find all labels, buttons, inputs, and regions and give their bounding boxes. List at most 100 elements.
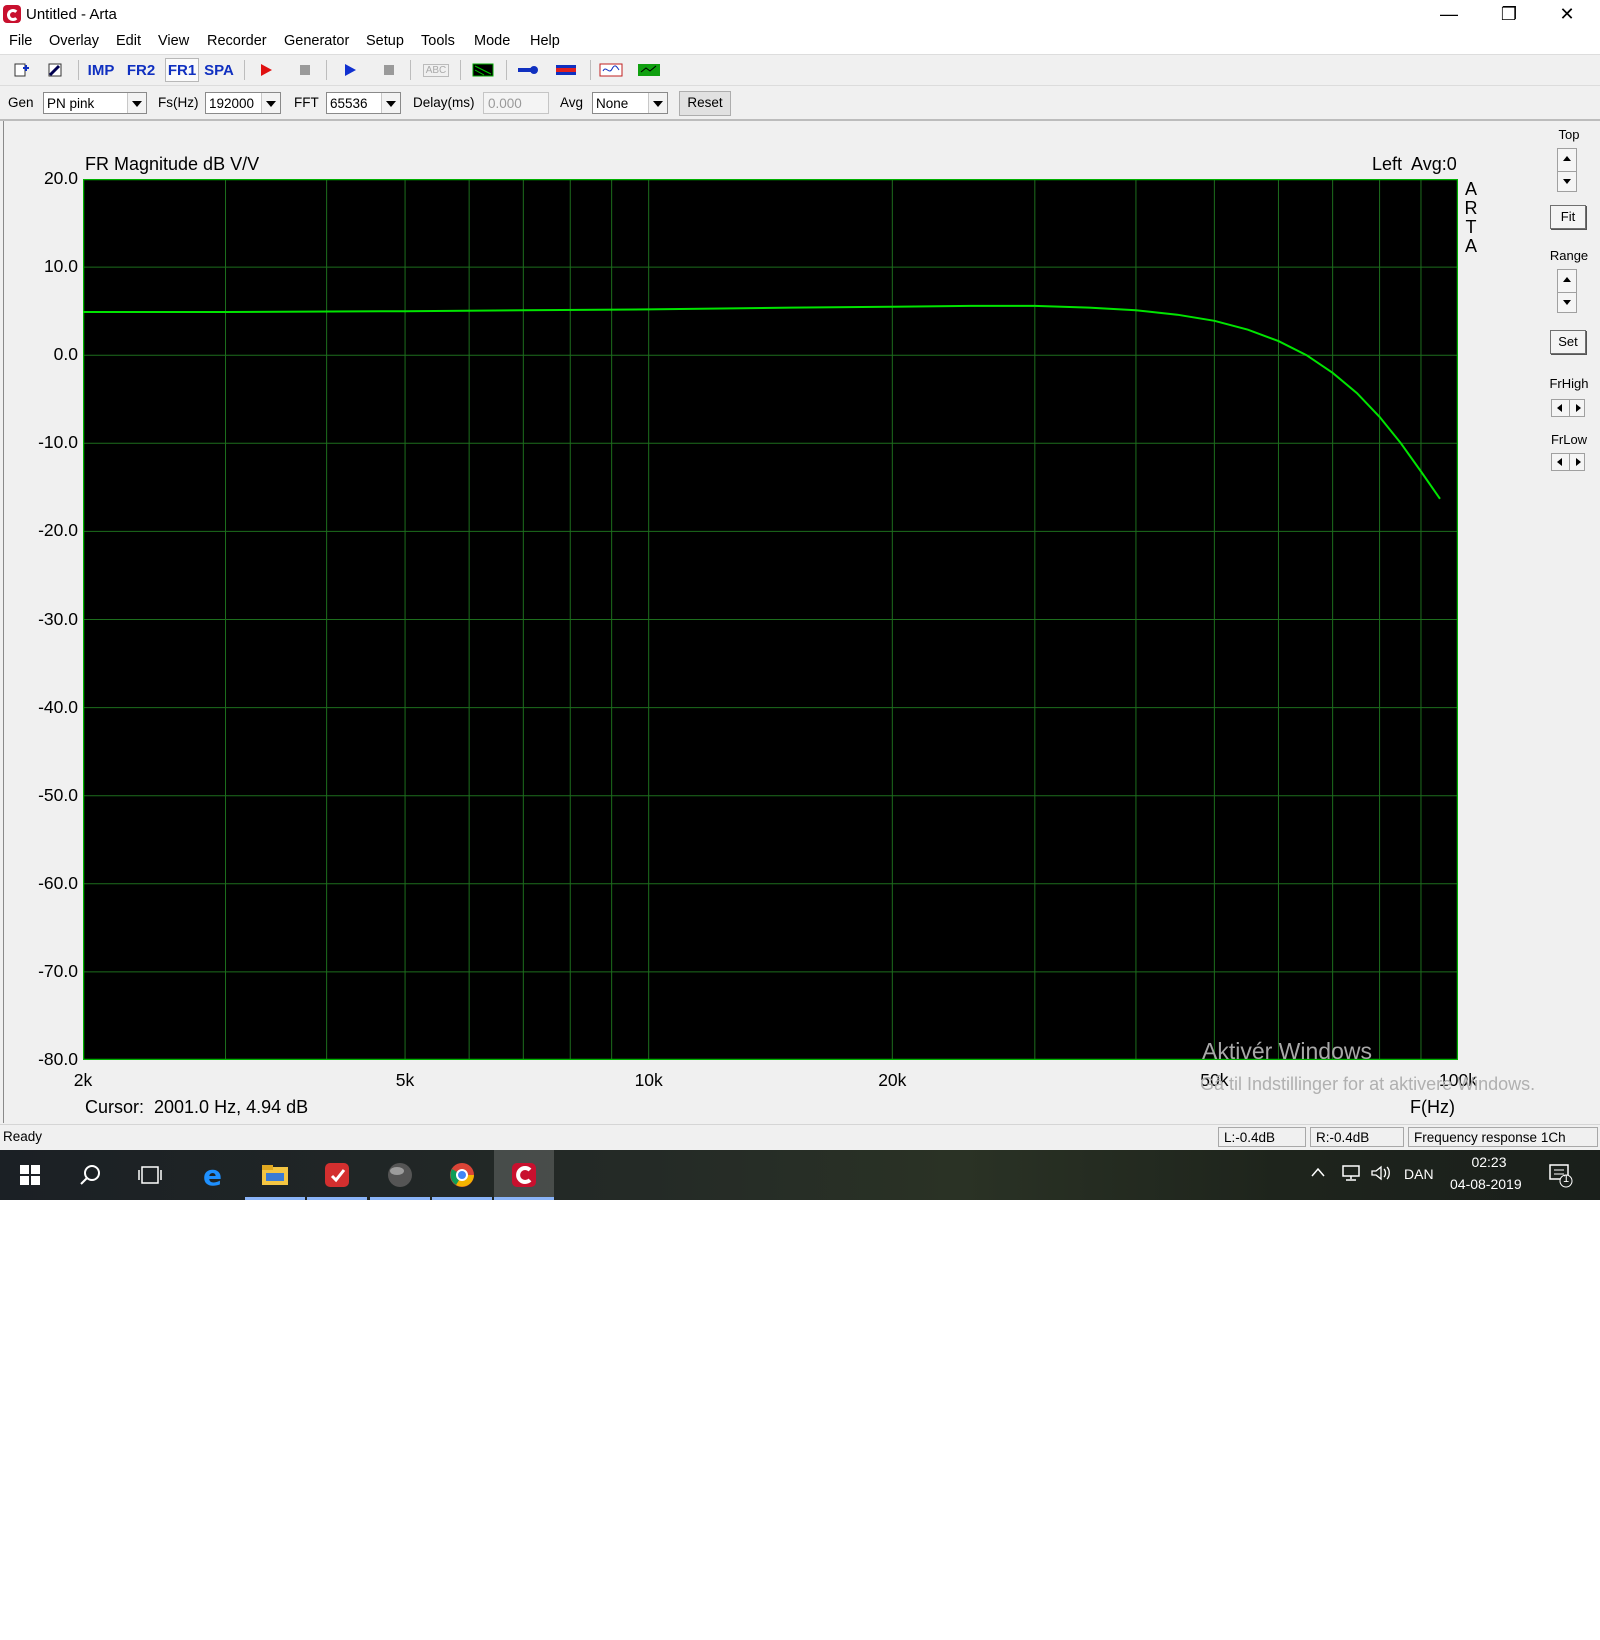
- avg-label: Avg: [560, 95, 584, 110]
- set-button[interactable]: Set: [1550, 330, 1586, 354]
- range-spinner[interactable]: [1557, 269, 1577, 313]
- open-file-icon[interactable]: [42, 58, 68, 82]
- volume-icon[interactable]: [1370, 1164, 1392, 1185]
- toolbar-separator: [460, 60, 461, 80]
- menu-generator[interactable]: Generator: [284, 33, 349, 49]
- top-spinner[interactable]: [1557, 148, 1577, 192]
- menu-tools[interactable]: Tools: [421, 33, 455, 49]
- delay-field: 0.000: [483, 92, 549, 114]
- overlay-chart-icon[interactable]: [470, 58, 496, 82]
- arrow-right-icon[interactable]: [1569, 400, 1586, 416]
- menu-setup[interactable]: Setup: [366, 33, 404, 49]
- menu-overlay[interactable]: Overlay: [49, 33, 99, 49]
- clock-time[interactable]: 02:23: [1469, 1154, 1509, 1170]
- restore-button[interactable]: ❐: [1480, 0, 1538, 30]
- arrow-left-icon[interactable]: [1552, 454, 1568, 470]
- fr2-mode-button[interactable]: FR2: [126, 58, 156, 82]
- level-meter-icon[interactable]: [553, 58, 579, 82]
- status-ready: Ready: [3, 1129, 43, 1144]
- fft-label: FFT: [294, 95, 319, 110]
- arrow-down-icon[interactable]: [1558, 171, 1576, 192]
- record-play-icon[interactable]: [253, 58, 279, 82]
- status-bar: Ready L:-0.4dB R:-0.4dB Frequency respon…: [0, 1124, 1600, 1149]
- running-indicator: [370, 1197, 430, 1200]
- generator-stop-icon[interactable]: [376, 58, 402, 82]
- y-tick-label: 10.0: [43, 256, 78, 277]
- chrome-browser-icon[interactable]: [432, 1150, 492, 1200]
- y-tick-label: 0.0: [53, 344, 78, 365]
- app-red-check-icon[interactable]: [307, 1150, 367, 1200]
- minimize-button[interactable]: —: [1420, 0, 1478, 30]
- arrow-left-icon[interactable]: [1552, 400, 1568, 416]
- generator-select[interactable]: PN pink: [43, 92, 147, 114]
- arrow-down-icon[interactable]: [1558, 292, 1576, 313]
- svg-text:e: e: [203, 1161, 222, 1189]
- record-stop-icon[interactable]: [292, 58, 318, 82]
- frequency-response-chart[interactable]: [83, 179, 1458, 1060]
- y-tick-label: -20.0: [38, 520, 78, 541]
- network-icon[interactable]: [1340, 1164, 1362, 1185]
- frlow-spinner[interactable]: [1551, 453, 1585, 471]
- menu-recorder[interactable]: Recorder: [207, 33, 267, 49]
- windows-taskbar: e DAN 02:23 04-08-2019 1: [0, 1150, 1600, 1200]
- chevron-up-icon[interactable]: [1310, 1165, 1326, 1182]
- menu-help[interactable]: Help: [530, 33, 560, 49]
- menu-mode[interactable]: Mode: [474, 33, 510, 49]
- averaging-select[interactable]: None: [592, 92, 668, 114]
- generator-play-icon[interactable]: [337, 58, 363, 82]
- menu-view[interactable]: View: [158, 33, 189, 49]
- toolbar-separator: [410, 60, 411, 80]
- clock-date[interactable]: 04-08-2019: [1450, 1176, 1522, 1192]
- spa-mode-button[interactable]: SPA: [204, 58, 234, 82]
- gen-label: Gen: [8, 95, 34, 110]
- input-language[interactable]: DAN: [1404, 1166, 1434, 1182]
- frhigh-label: FrHigh: [1549, 376, 1589, 391]
- reset-button[interactable]: Reset: [679, 91, 731, 116]
- fs-label: Fs(Hz): [158, 95, 199, 110]
- activation-watermark-text: Gå til Indstillinger for at aktivere Win…: [1200, 1074, 1536, 1094]
- impulse-mode-button[interactable]: IMP: [88, 58, 115, 82]
- chevron-down-icon[interactable]: [127, 93, 146, 113]
- y-tick-label: -70.0: [38, 960, 78, 981]
- fit-button[interactable]: Fit: [1550, 205, 1586, 229]
- arta-taskbar-icon[interactable]: [494, 1150, 554, 1200]
- chevron-down-icon[interactable]: [261, 93, 280, 113]
- frhigh-spinner[interactable]: [1551, 399, 1585, 417]
- fr1-label: FR1: [167, 61, 197, 79]
- app-sphere-icon[interactable]: [370, 1150, 430, 1200]
- chart-title: FR Magnitude dB V/V: [85, 154, 260, 174]
- close-button[interactable]: ✕: [1538, 0, 1596, 30]
- menu-bar: File Overlay Edit View Recorder Generato…: [0, 30, 1600, 55]
- notification-icon[interactable]: 1: [1548, 1162, 1574, 1191]
- status-right-level: R:-0.4dB: [1310, 1127, 1404, 1147]
- menu-file[interactable]: File: [9, 33, 32, 49]
- task-view-icon[interactable]: [120, 1150, 180, 1200]
- arrow-right-icon[interactable]: [1569, 454, 1586, 470]
- fft-size-select[interactable]: 65536: [326, 92, 401, 114]
- y-tick-label: -10.0: [38, 432, 78, 453]
- chevron-down-icon[interactable]: [648, 93, 667, 113]
- arta-letter: T: [1465, 217, 1477, 237]
- windows-start-icon[interactable]: [0, 1150, 60, 1200]
- toolbar-separator: [326, 60, 327, 80]
- search-icon[interactable]: [60, 1150, 120, 1200]
- fr1-mode-button[interactable]: FR1: [165, 58, 199, 82]
- fr2-label: FR2: [126, 61, 156, 79]
- x-tick-label: 2k: [73, 1070, 93, 1090]
- y-tick-label: -50.0: [38, 784, 78, 805]
- chevron-down-icon[interactable]: [381, 93, 400, 113]
- calibration-icon[interactable]: [515, 58, 541, 82]
- edge-browser-icon[interactable]: e: [184, 1150, 244, 1200]
- arrow-up-icon[interactable]: [1558, 270, 1576, 290]
- menu-edit[interactable]: Edit: [116, 33, 141, 49]
- file-explorer-icon[interactable]: [245, 1150, 305, 1200]
- cursor-readout: Cursor: 2001.0 Hz, 4.94 dB: [85, 1097, 309, 1117]
- toolbar-separator: [506, 60, 507, 80]
- arta-app-icon[interactable]: [3, 5, 21, 23]
- sample-rate-select[interactable]: 192000: [205, 92, 281, 114]
- signal-generator-icon[interactable]: [598, 58, 624, 82]
- arta-letter: A: [1464, 236, 1477, 256]
- spectrum-scope-icon[interactable]: [636, 58, 662, 82]
- new-file-icon[interactable]: [8, 58, 34, 82]
- arrow-up-icon[interactable]: [1558, 149, 1576, 169]
